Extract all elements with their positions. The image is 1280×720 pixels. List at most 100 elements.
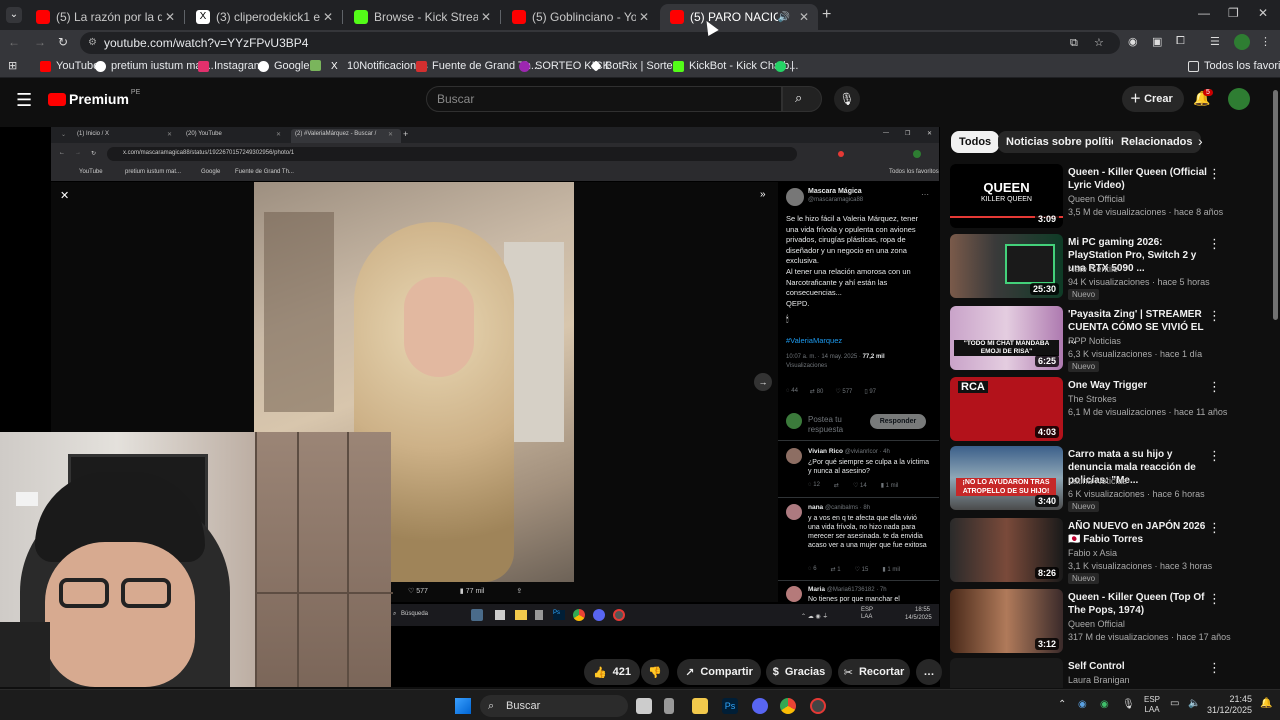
app-icon[interactable] (664, 698, 674, 714)
video-thumbnail[interactable]: 3:12 (950, 589, 1063, 653)
taskbar-search[interactable]: ⌕ Buscar (480, 695, 628, 717)
like-button[interactable]: 👍 421 (584, 659, 640, 685)
scrollbar-thumb[interactable] (1273, 90, 1278, 320)
recommendation-item[interactable]: 8:26 AÑO NUEVO en JAPÓN 2026 🇯🇵 Fabio To… (950, 518, 1260, 584)
tray-app-icon[interactable]: ◉ (1100, 699, 1109, 710)
dislike-button[interactable]: 👎 (641, 659, 669, 685)
chip-related[interactable]: Relacionados (1113, 131, 1201, 153)
close-icon[interactable]: ✕ (796, 10, 812, 24)
bookmark-pretium[interactable]: pretium iustum mat... (95, 60, 214, 72)
recommendation-item[interactable]: RCA 4:03 One Way Trigger The Strokes 6,1… (950, 377, 1260, 443)
bookmark-x[interactable]: X 10Notificaciones (331, 60, 428, 72)
new-tab-icon[interactable]: + (822, 6, 831, 24)
page-scrollbar[interactable] (1271, 80, 1280, 689)
more-actions-button[interactable]: … (916, 659, 942, 685)
menu-dots-icon[interactable]: ⋮ (1208, 379, 1221, 395)
apps-grid-icon[interactable]: ⊞ (8, 59, 17, 72)
mic-icon[interactable]: 🎙 (834, 86, 860, 112)
bookmark-youtube[interactable]: YouTube (40, 60, 99, 72)
close-icon[interactable]: ✕ (162, 10, 178, 24)
channel-name[interactable]: Queen Official (1068, 194, 1125, 204)
clip-button[interactable]: ✂ Recortar (838, 659, 910, 685)
search-button[interactable]: ⌕ (782, 86, 822, 112)
menu-dots-icon[interactable]: ⋮ (1208, 448, 1221, 464)
search-input[interactable]: Buscar (426, 86, 782, 112)
video-title[interactable]: Queen - Killer Queen (Official Lyric Vid… (1068, 166, 1208, 192)
forward-icon[interactable]: → (34, 35, 46, 49)
close-window-icon[interactable]: ✕ (1258, 6, 1268, 20)
file-explorer-icon[interactable] (692, 698, 708, 714)
tab-search-button[interactable]: ⌄ (6, 7, 22, 23)
account-avatar[interactable] (1228, 88, 1250, 110)
youtube-logo[interactable]: Premium PE (48, 89, 140, 107)
clock[interactable]: 21:45 31/12/2025 (1206, 694, 1252, 716)
minimize-icon[interactable]: — (1198, 6, 1210, 20)
recommendation-item[interactable]: ¡NO LO AYUDARON TRAS ATROPELLO DE SU HIJ… (950, 446, 1260, 512)
profile-avatar[interactable] (1234, 34, 1250, 50)
channel-name[interactable]: Fabio x Asia (1068, 548, 1117, 558)
volume-icon[interactable]: 🔈 (1188, 698, 1200, 709)
speaker-icon[interactable]: 🔊 (778, 12, 790, 23)
close-icon[interactable]: ✕ (636, 10, 652, 24)
obs-icon[interactable] (810, 698, 826, 714)
video-thumbnail[interactable]: "TODO MI CHAT MANDABA EMOJI DE RISA" 6:2… (950, 306, 1063, 370)
thanks-button[interactable]: $ Gracias (766, 659, 832, 685)
recommendation-item[interactable]: 25:30 Mi PC gaming 2026: PlayStation Pro… (950, 234, 1260, 300)
menu-dots-icon[interactable]: ⋮ (1208, 308, 1221, 324)
channel-name[interactable]: Laura Branigan (1068, 675, 1130, 685)
reading-list-icon[interactable]: ☰ (1210, 35, 1220, 48)
menu-dots-icon[interactable]: ⋮ (1260, 35, 1271, 48)
bookmark-whatsapp[interactable]: | (775, 60, 794, 72)
bookmark-icon-only[interactable] (310, 60, 326, 71)
address-bar[interactable]: ⚙ youtube.com/watch?v=YYzFPvU3BP4 ⧉ ☆ (80, 32, 1120, 54)
video-title[interactable]: Self Control (1068, 660, 1208, 673)
tray-app-icon[interactable]: ◉ (1078, 699, 1087, 710)
close-icon[interactable]: ✕ (320, 10, 336, 24)
chip-all[interactable]: Todos (951, 131, 1000, 153)
share-button[interactable]: ↗ Compartir (677, 659, 761, 685)
chevron-right-icon[interactable]: › (1198, 133, 1203, 149)
menu-dots-icon[interactable]: ⋮ (1208, 236, 1221, 252)
windows-start-icon[interactable] (455, 698, 471, 714)
video-thumbnail[interactable] (950, 658, 1063, 688)
video-title[interactable]: Queen - Killer Queen (Top Of The Pops, 1… (1068, 591, 1208, 617)
extension-icon[interactable]: ▣ (1152, 35, 1162, 48)
photoshop-icon[interactable]: Ps (722, 698, 738, 714)
site-info-icon[interactable]: ⚙ (88, 32, 97, 54)
menu-dots-icon[interactable]: ⋮ (1208, 166, 1221, 182)
discord-icon[interactable] (752, 698, 768, 714)
tab-5-active[interactable]: (5) PARO NACIONAL EN VI 🔊 ✕ (660, 4, 818, 30)
all-bookmarks[interactable]: Todos los favoritos (1188, 60, 1280, 72)
language-indicator[interactable]: ESP LAA (1144, 695, 1160, 715)
tab-3[interactable]: Browse - Kick Streaming ✕ (344, 4, 500, 30)
cast-icon[interactable]: ⧉ (1070, 32, 1078, 54)
video-thumbnail[interactable]: RCA 4:03 (950, 377, 1063, 441)
video-thumbnail[interactable]: QUEEN KILLER QUEEN 3:09 (950, 164, 1063, 228)
video-thumbnail[interactable]: 25:30 (950, 234, 1063, 298)
channel-name[interactable]: The Strokes (1068, 394, 1117, 404)
video-title[interactable]: AÑO NUEVO en JAPÓN 2026 🇯🇵 Fabio Torres (1068, 520, 1208, 546)
recommendation-item[interactable]: "TODO MI CHAT MANDABA EMOJI DE RISA" 6:2… (950, 306, 1260, 372)
menu-dots-icon[interactable]: ⋮ (1208, 591, 1221, 607)
channel-name[interactable]: Latina Noticias (1068, 476, 1127, 486)
network-icon[interactable]: ▭ (1170, 698, 1179, 709)
close-icon[interactable]: ✕ (478, 10, 494, 24)
tab-2[interactable]: X (3) cliperodekick1 en X: "El plen ✕ (186, 4, 342, 30)
task-view-icon[interactable] (636, 698, 652, 714)
video-player[interactable]: ⌄ (1) Inicio / X ✕ (20) YouTube ✕ (2) #V… (0, 127, 940, 687)
video-thumbnail[interactable]: ¡NO LO AYUDARON TRAS ATROPELLO DE SU HIJ… (950, 446, 1063, 510)
extension-icon[interactable]: ◉ (1128, 35, 1138, 48)
recommendation-item[interactable]: 3:12 Queen - Killer Queen (Top Of The Po… (950, 589, 1260, 655)
video-title[interactable]: One Way Trigger (1068, 379, 1208, 392)
back-icon[interactable]: ← (8, 35, 20, 49)
channel-name[interactable]: Queen Official (1068, 619, 1125, 629)
channel-name[interactable]: RPP Noticias (1068, 336, 1121, 346)
channel-name[interactable]: Nate Gentile (1068, 264, 1118, 274)
tray-chevron-icon[interactable]: ⌃ (1058, 699, 1066, 710)
bookmark-star-icon[interactable]: ☆ (1094, 32, 1104, 54)
reload-icon[interactable]: ↻ (58, 35, 68, 49)
menu-dots-icon[interactable]: ⋮ (1208, 520, 1221, 536)
bookmark-google[interactable]: Google (258, 60, 309, 72)
hamburger-menu-icon[interactable]: ☰ (16, 90, 32, 111)
create-button[interactable]: ＋ Crear (1122, 86, 1184, 112)
